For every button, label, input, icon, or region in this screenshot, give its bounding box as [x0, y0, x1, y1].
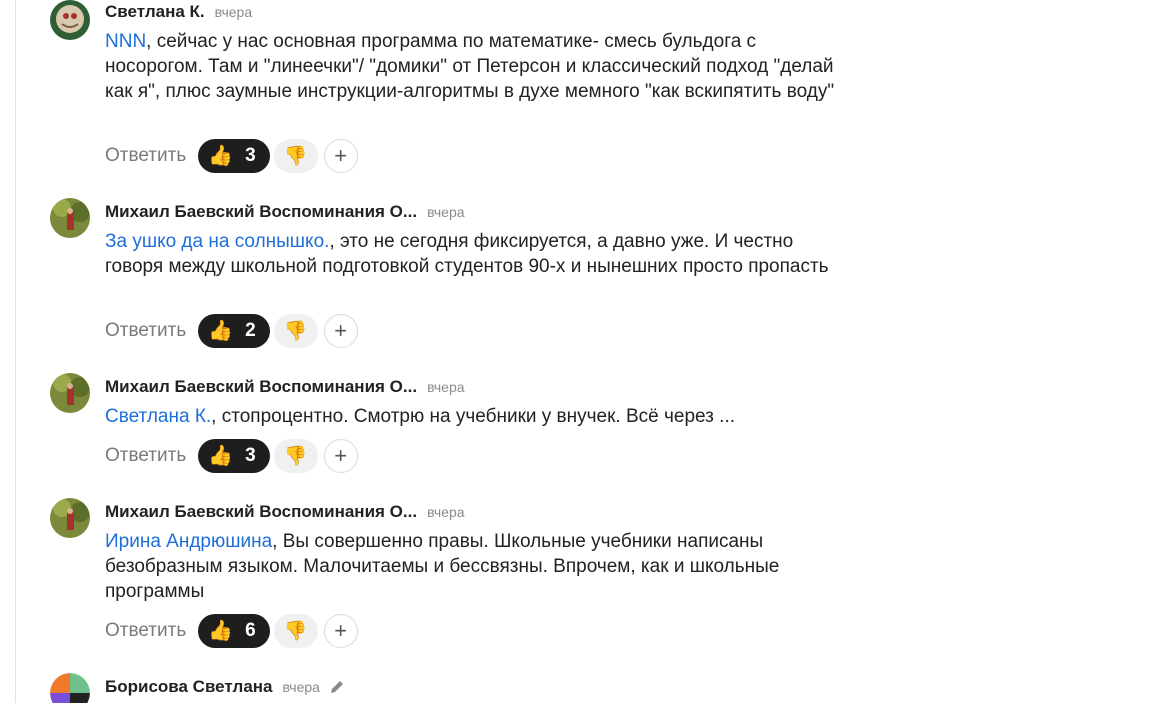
comment-text: Ирина Андрюшина, Вы совершенно правы. Шк…	[105, 529, 835, 604]
comment-text: Светлана К., стопроцентно. Смотрю на уче…	[105, 404, 835, 429]
plus-icon: +	[334, 143, 348, 168]
pencil-icon	[328, 678, 346, 696]
like-count: 3	[245, 445, 256, 466]
comment-body: , сейчас у нас основная программа по мат…	[105, 31, 835, 102]
reply-button[interactable]: Ответить	[105, 445, 186, 467]
avatar[interactable]	[50, 198, 90, 238]
avatar[interactable]	[50, 0, 90, 40]
comment-header: Михаил Баевский Воспоминания О... вчера	[105, 375, 465, 399]
comment-actions: Ответить 👍 3 👎 +	[105, 138, 358, 174]
timestamp: вчера	[427, 379, 465, 395]
author-name[interactable]: Михаил Баевский Воспоминания О...	[105, 377, 417, 397]
thumbs-up-icon: 👍	[208, 145, 234, 167]
reply-button[interactable]: Ответить	[105, 320, 186, 342]
avatar[interactable]	[50, 498, 90, 538]
comment-header: Михаил Баевский Воспоминания О... вчера	[105, 500, 465, 524]
like-count: 6	[245, 620, 256, 641]
comment-header: Борисова Светлана вчера	[105, 675, 346, 699]
timestamp: вчера	[282, 679, 320, 695]
like-count: 2	[245, 320, 256, 341]
like-button[interactable]: 👍 2	[198, 314, 270, 348]
plus-icon: +	[334, 618, 348, 643]
thumbs-down-icon: 👎	[283, 621, 308, 642]
author-name[interactable]: Борисова Светлана	[105, 677, 273, 697]
thumbs-up-icon: 👍	[208, 620, 234, 642]
comment-body: , стопроцентно. Смотрю на учебники у вну…	[211, 406, 735, 427]
thumbs-up-icon: 👍	[208, 445, 234, 467]
dislike-button[interactable]: 👎	[273, 139, 318, 173]
avatar[interactable]	[50, 373, 90, 413]
reply-button[interactable]: Ответить	[105, 145, 186, 167]
author-name[interactable]: Светлана К.	[105, 2, 205, 22]
thumbs-up-icon: 👍	[208, 320, 234, 342]
like-button[interactable]: 👍 3	[198, 439, 270, 473]
author-name[interactable]: Михаил Баевский Воспоминания О...	[105, 202, 417, 222]
comment-actions: Ответить 👍 3 👎 +	[105, 438, 358, 474]
plus-icon: +	[334, 443, 348, 468]
add-reaction-button[interactable]: +	[323, 139, 358, 173]
avatar[interactable]	[50, 673, 90, 703]
comment: Борисова Светлана вчера	[50, 673, 850, 703]
author-name[interactable]: Михаил Баевский Воспоминания О...	[105, 502, 417, 522]
mention-link[interactable]: Светлана К.	[105, 406, 211, 427]
thumbs-down-icon: 👎	[283, 146, 308, 167]
mention-link[interactable]: За ушко да на солнышко.	[105, 231, 329, 252]
timestamp: вчера	[214, 4, 253, 20]
like-button[interactable]: 👍 6	[198, 614, 270, 648]
dislike-button[interactable]: 👎	[273, 439, 318, 473]
dislike-button[interactable]: 👎	[273, 314, 318, 348]
like-count: 3	[245, 145, 256, 166]
thumbs-down-icon: 👎	[283, 321, 308, 342]
like-button[interactable]: 👍 3	[198, 139, 270, 173]
dislike-button[interactable]: 👎	[273, 614, 318, 648]
thumbs-down-icon: 👎	[283, 446, 308, 467]
timestamp: вчера	[427, 504, 465, 520]
comment-text: NNN, сейчас у нас основная программа по …	[105, 29, 835, 104]
comment-actions: Ответить 👍 6 👎 +	[105, 613, 358, 649]
mention-link[interactable]: Ирина Андрюшина	[105, 531, 272, 552]
thread-rule	[15, 0, 16, 703]
comment-text: За ушко да на солнышко., это не сегодня …	[105, 229, 835, 279]
add-reaction-button[interactable]: +	[323, 439, 358, 473]
comment-header: Светлана К. вчера	[105, 0, 252, 24]
add-reaction-button[interactable]: +	[323, 314, 358, 348]
reply-button[interactable]: Ответить	[105, 620, 186, 642]
comment-header: Михаил Баевский Воспоминания О... вчера	[105, 200, 465, 224]
mention-link[interactable]: NNN	[105, 31, 146, 52]
plus-icon: +	[334, 318, 348, 343]
comment-actions: Ответить 👍 2 👎 +	[105, 313, 358, 349]
add-reaction-button[interactable]: +	[323, 614, 358, 648]
timestamp: вчера	[427, 204, 465, 220]
